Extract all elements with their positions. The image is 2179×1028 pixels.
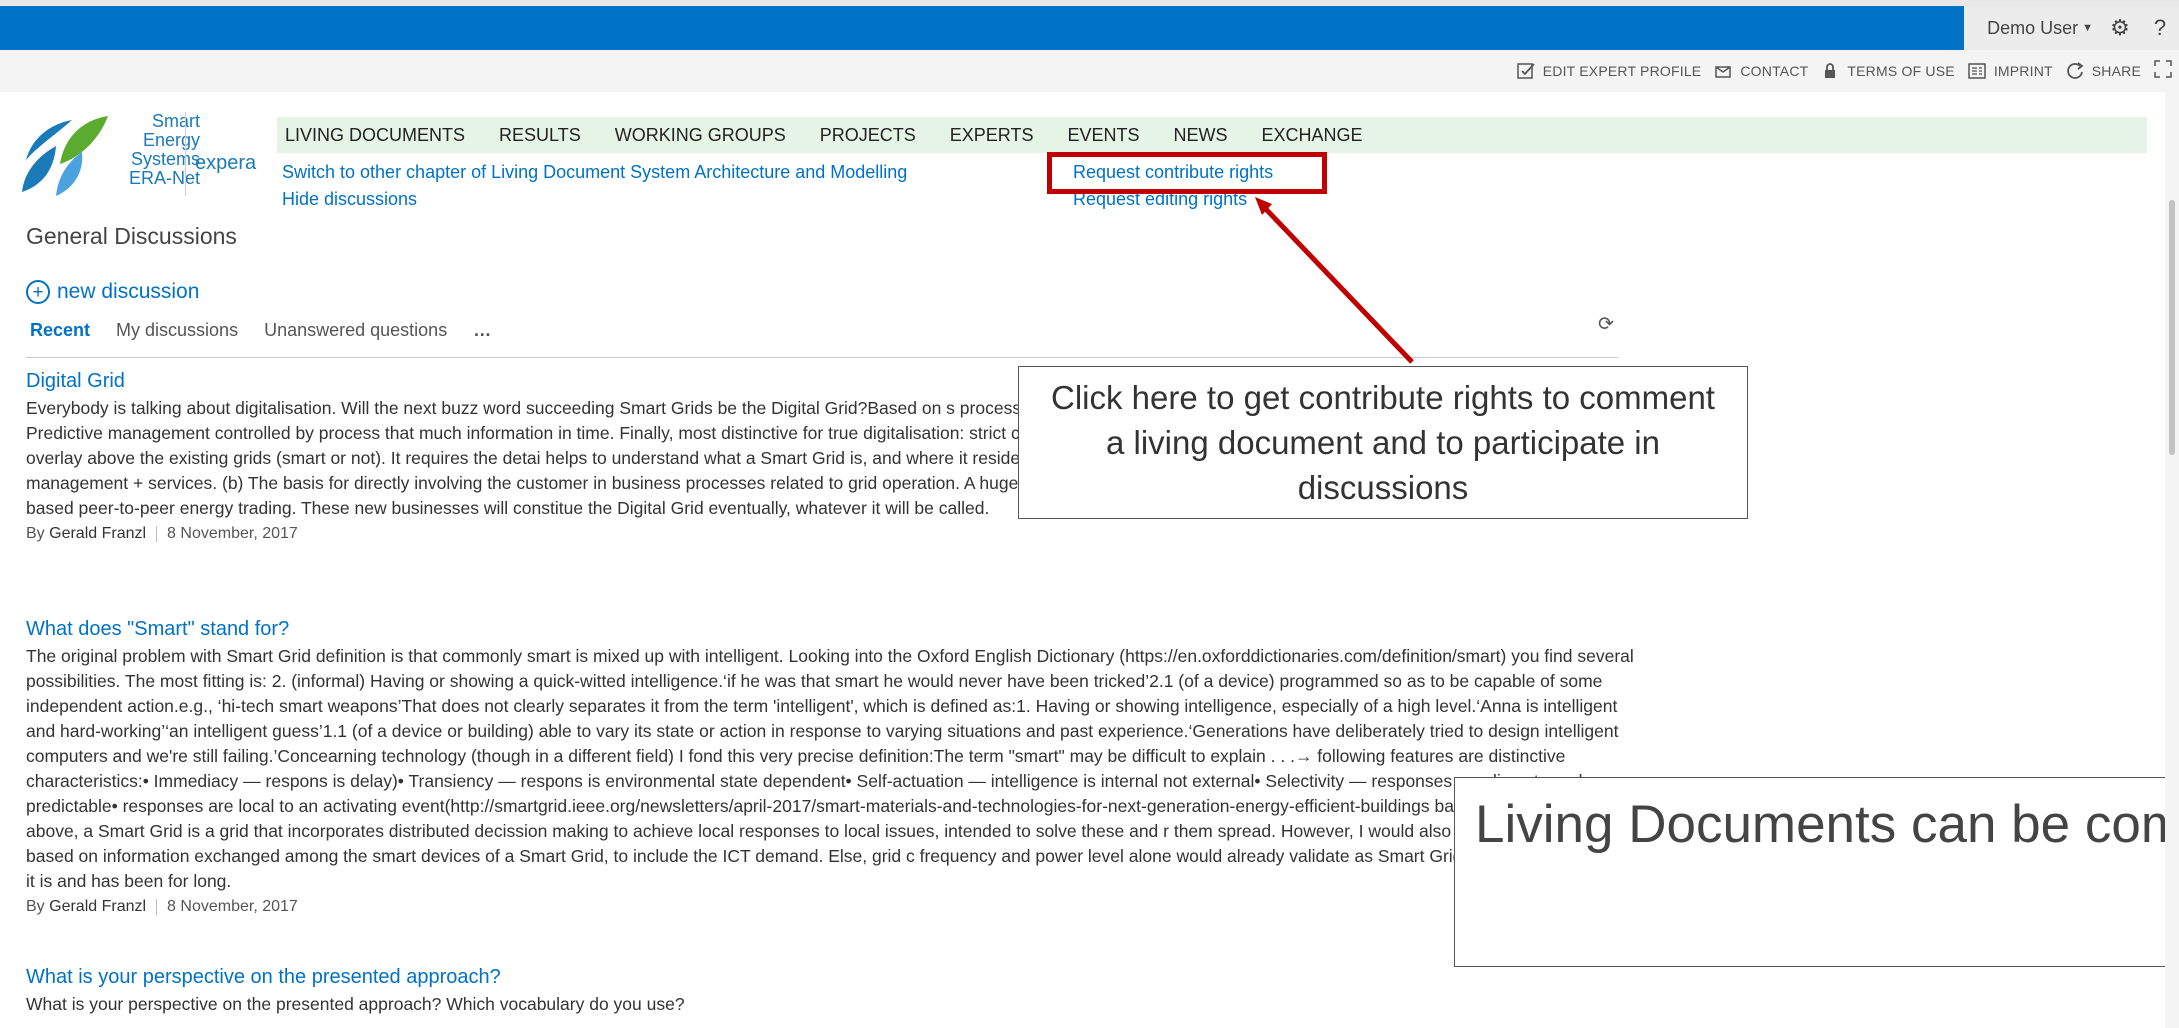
post-title[interactable]: What does "Smart" stand for?	[26, 618, 1646, 641]
meta-separator	[156, 899, 158, 915]
post-by: By	[26, 898, 45, 915]
hide-discussions-link[interactable]: Hide discussions	[282, 189, 417, 210]
suite-top-bar	[0, 0, 2179, 50]
logo-wordmark: Smart Energy Systems ERA-Net	[115, 112, 200, 188]
annotation-highlight-box	[1047, 152, 1327, 194]
tab-unanswered-questions[interactable]: Unanswered questions	[264, 320, 447, 341]
plus-circle-icon: +	[26, 280, 50, 304]
nav-item-projects[interactable]: PROJECTS	[820, 125, 916, 146]
ribbon-link-label: EDIT EXPERT PROFILE	[1542, 63, 1702, 79]
switch-chapter-link[interactable]: Switch to other chapter of Living Docume…	[282, 162, 907, 183]
terms-of-use-link[interactable]: TERMS OF USE	[1820, 61, 1955, 81]
nav-item-working-groups[interactable]: WORKING GROUPS	[615, 125, 786, 146]
nav-item-exchange[interactable]: EXCHANGE	[1261, 125, 1362, 146]
post-body: What is your perspective on the presente…	[26, 994, 685, 1014]
discussion-tabs: Recent My discussions Unanswered questio…	[30, 320, 493, 341]
main-navigation: LIVING DOCUMENTS RESULTS WORKING GROUPS …	[277, 117, 2147, 153]
ribbon-link-label: IMPRINT	[1993, 63, 2053, 79]
edit-profile-icon	[1516, 61, 1536, 81]
refresh-icon[interactable]: ⟳	[1598, 313, 1614, 336]
scrollbar-thumb[interactable]	[2169, 200, 2175, 455]
chevron-down-icon: ▼	[2082, 22, 2093, 34]
post-author[interactable]: Gerald Franzl	[49, 525, 146, 543]
imprint-icon	[1967, 61, 1987, 81]
share-icon	[2065, 61, 2085, 81]
logo-divider	[185, 112, 186, 196]
leaf-logo-icon	[22, 116, 108, 196]
section-title: General Discussions	[26, 223, 237, 249]
logo-line: Energy	[142, 130, 200, 150]
ribbon-links: EDIT EXPERT PROFILE CONTACT TERMS OF USE…	[1516, 58, 2179, 84]
edit-expert-profile-link[interactable]: EDIT EXPERT PROFILE	[1516, 61, 1702, 81]
site-logo[interactable]: Smart Energy Systems ERA-Net expera	[20, 112, 260, 207]
contact-link[interactable]: CONTACT	[1713, 61, 1808, 81]
imprint-link[interactable]: IMPRINT	[1967, 61, 2053, 81]
ribbon-link-label: TERMS OF USE	[1847, 63, 1955, 79]
logo-line: Smart	[151, 111, 200, 131]
meta-separator	[156, 526, 158, 542]
share-link[interactable]: SHARE	[2065, 61, 2141, 81]
ribbon-link-label: SHARE	[2091, 63, 2141, 79]
discussion-post: What is your perspective on the presente…	[26, 966, 1646, 1017]
logo-line: ERA-Net	[128, 168, 200, 188]
post-author[interactable]: Gerald Franzl	[49, 898, 146, 916]
nav-item-experts[interactable]: EXPERTS	[950, 125, 1034, 146]
post-meta: By Gerald Franzl 8 November, 2017	[26, 525, 1646, 543]
nav-item-living-documents[interactable]: LIVING DOCUMENTS	[285, 125, 465, 146]
gear-icon[interactable]: ⚙	[2107, 15, 2133, 41]
focus-mode-icon[interactable]	[2153, 59, 2173, 84]
post-date: 8 November, 2017	[167, 525, 298, 542]
new-discussion-button[interactable]: + new discussion	[26, 280, 199, 304]
post-by: By	[26, 525, 45, 542]
user-name: Demo User	[1987, 17, 2079, 38]
lock-icon	[1820, 61, 1840, 81]
discussion-post: What does "Smart" stand for? The origina…	[26, 618, 1646, 916]
nav-item-results[interactable]: RESULTS	[499, 125, 581, 146]
post-title[interactable]: What is your perspective on the presente…	[26, 966, 1646, 989]
contact-icon	[1713, 61, 1733, 81]
user-menu[interactable]: Demo User ▼	[1987, 18, 2093, 39]
post-date: 8 November, 2017	[167, 898, 298, 915]
annotation-callout-commented: Living Documents can be commented by any…	[1454, 777, 2179, 967]
logo-line: Systems	[130, 149, 200, 169]
more-options-icon[interactable]: …	[473, 320, 493, 341]
nav-item-events[interactable]: EVENTS	[1067, 125, 1139, 146]
post-meta: By Gerald Franzl 8 November, 2017	[26, 898, 1646, 916]
help-icon[interactable]: ?	[2147, 15, 2173, 41]
tab-my-discussions[interactable]: My discussions	[116, 320, 238, 341]
tab-recent[interactable]: Recent	[30, 320, 90, 341]
post-body: The original problem with Smart Grid def…	[26, 646, 1637, 891]
tabs-divider	[26, 357, 1618, 358]
suite-bar-user-area: Demo User ▼ ⚙ ?	[1964, 6, 2179, 50]
ribbon-link-label: CONTACT	[1740, 63, 1809, 79]
logo-expera: expera	[195, 152, 257, 174]
new-discussion-label: new discussion	[57, 280, 200, 303]
annotation-callout-contribute: Click here to get contribute rights to c…	[1018, 366, 1748, 519]
nav-item-news[interactable]: NEWS	[1173, 125, 1227, 146]
